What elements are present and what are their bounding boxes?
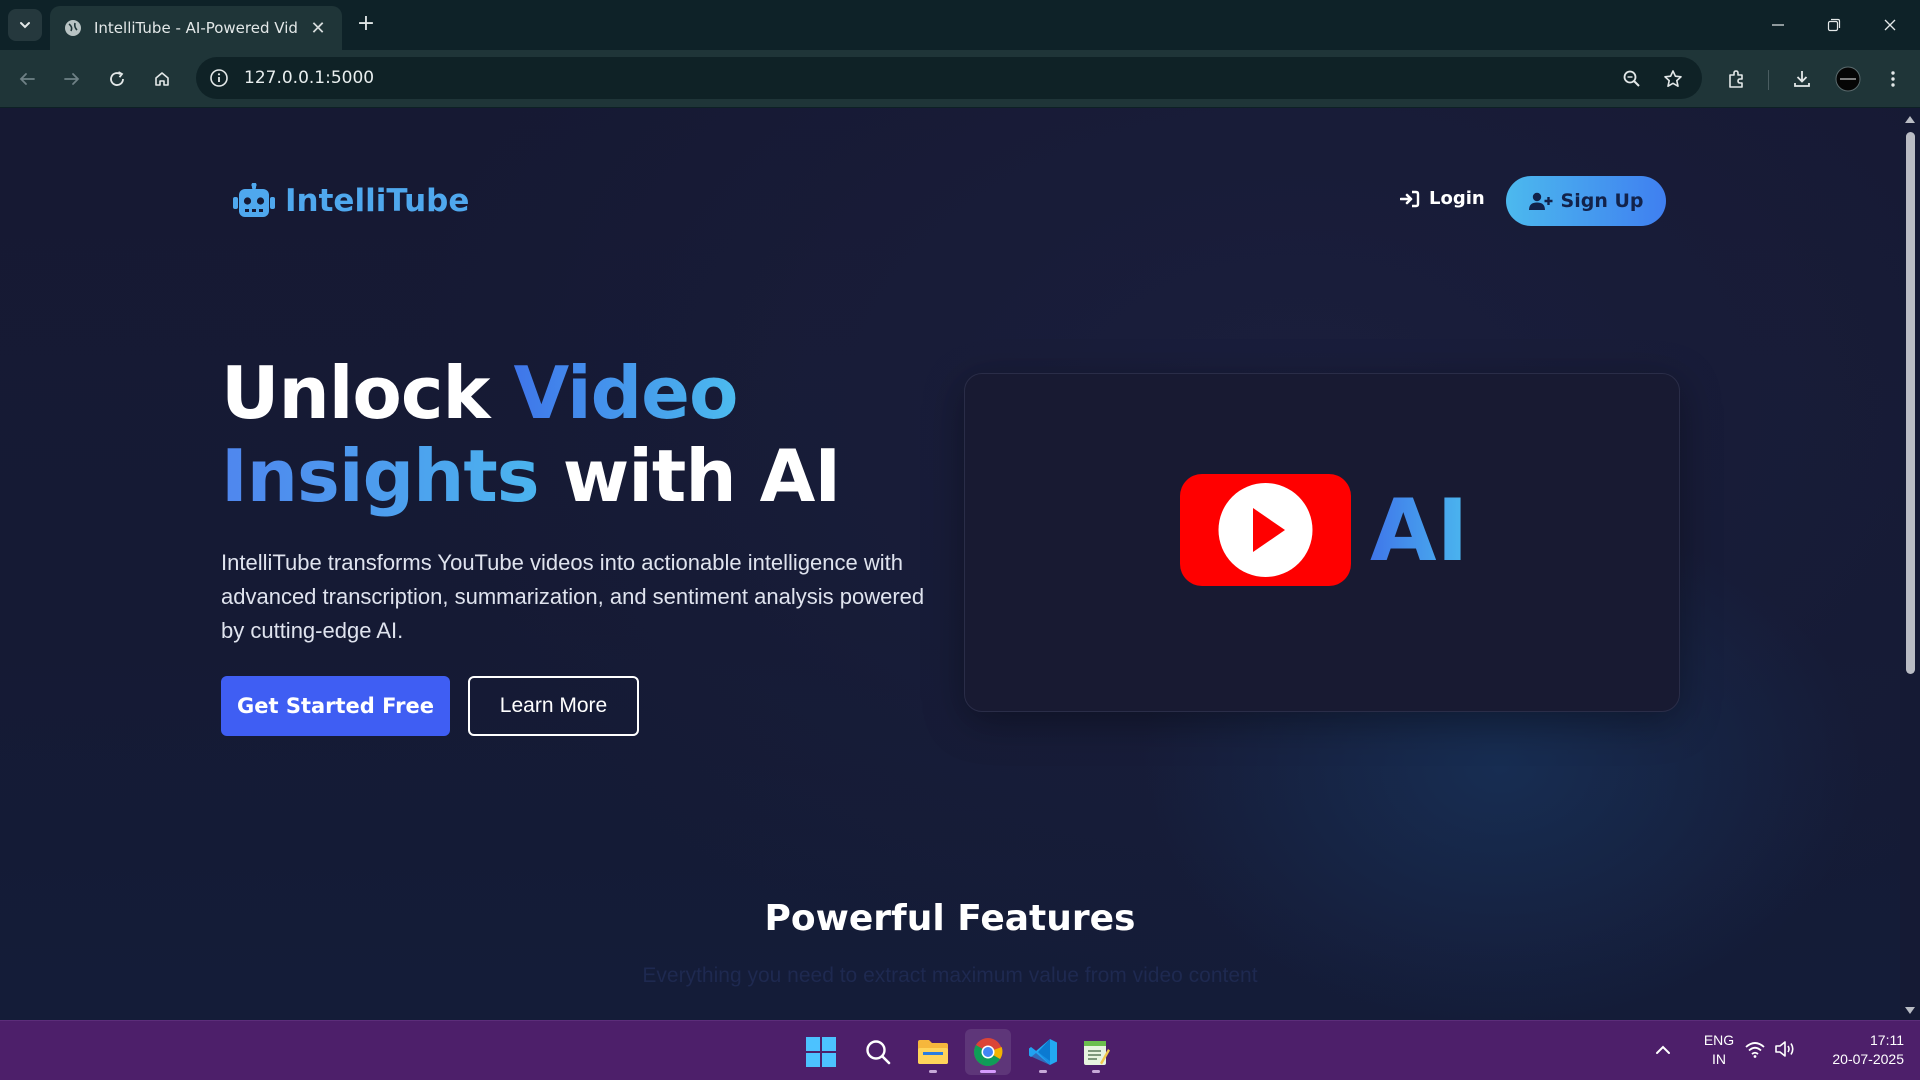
profile-avatar: [1835, 66, 1861, 92]
browser-toolbar: 127.0.0.1:5000: [0, 50, 1920, 108]
hero-title-word-insights: Insights: [221, 434, 540, 518]
scrollbar-thumb[interactable]: [1906, 132, 1915, 674]
brand-name: IntelliTube: [285, 183, 470, 219]
close-icon: [1884, 19, 1896, 31]
windows-start-icon: [806, 1037, 836, 1067]
tab-close-button[interactable]: ✕: [308, 18, 328, 39]
home-icon: [155, 72, 169, 86]
browser-tab-bar: IntelliTube - AI-Powered Video ✕ +: [0, 0, 1920, 50]
features-title: Powerful Features: [764, 898, 1136, 939]
url-text: 127.0.0.1:5000: [244, 68, 375, 88]
search-icon: [866, 1040, 891, 1065]
browser-menu-button[interactable]: [1878, 64, 1908, 94]
login-label: Login: [1429, 188, 1485, 209]
tab-list-icon: [20, 22, 30, 29]
reload-button[interactable]: [102, 64, 132, 94]
restore-button[interactable]: [1814, 10, 1854, 40]
toolbar-divider: [1768, 70, 1769, 90]
bookmark-star-icon: [1664, 70, 1682, 87]
scroll-up-arrow-icon[interactable]: [1904, 114, 1916, 124]
minimize-icon: [1772, 24, 1784, 26]
back-button[interactable]: [12, 64, 42, 94]
taskbar-file-explorer[interactable]: [910, 1029, 956, 1075]
chrome-icon: [974, 1038, 1003, 1066]
taskbar-notepad[interactable]: [1073, 1029, 1119, 1075]
region-code: IN: [1712, 1051, 1726, 1067]
running-indicator: [929, 1070, 937, 1073]
taskbar-search-button[interactable]: [855, 1029, 901, 1075]
site-info-icon: [210, 69, 228, 87]
forward-icon: [64, 73, 80, 85]
extensions-button[interactable]: [1721, 64, 1751, 94]
minimize-button[interactable]: [1758, 10, 1798, 40]
taskbar-chrome[interactable]: [965, 1029, 1011, 1075]
tab-title: IntelliTube - AI-Powered Video: [94, 19, 298, 37]
vscode-icon: [1029, 1039, 1057, 1065]
user-plus-icon: [1528, 192, 1553, 210]
volume-icon[interactable]: [1774, 1039, 1796, 1059]
download-icon: [1794, 71, 1810, 87]
browser-tab-active[interactable]: IntelliTube - AI-Powered Video ✕: [50, 6, 342, 50]
home-button[interactable]: [147, 64, 177, 94]
hero-illustration-card: AI: [964, 373, 1680, 712]
back-icon: [19, 73, 35, 85]
tab-list-button[interactable]: [8, 9, 42, 41]
ai-text: AI: [1370, 481, 1469, 581]
robot-icon: [233, 183, 275, 217]
site-info-button[interactable]: [204, 63, 234, 93]
clock-time: 17:11: [1870, 1032, 1904, 1048]
globe-icon: [65, 20, 81, 36]
active-indicator: [980, 1070, 996, 1073]
notepad-icon: [1084, 1041, 1110, 1065]
learn-more-button[interactable]: Learn More: [468, 676, 639, 736]
signup-button[interactable]: Sign Up: [1506, 176, 1666, 226]
hero-title-word-unlock: Unlock: [221, 351, 514, 435]
zoom-icon: [1623, 70, 1640, 87]
hero-title-word-video: Video: [513, 351, 739, 435]
zoom-button[interactable]: [1617, 64, 1647, 94]
system-clock[interactable]: 17:11 20-07-2025: [1808, 1031, 1904, 1069]
login-link[interactable]: Login: [1400, 188, 1485, 209]
running-indicator: [1039, 1070, 1047, 1073]
running-indicator: [1092, 1070, 1100, 1073]
language-indicator[interactable]: ENG IN: [1696, 1031, 1742, 1069]
tray-chevron-icon[interactable]: [1652, 1039, 1674, 1061]
youtube-play-icon: [1180, 474, 1351, 586]
download-button[interactable]: [1787, 64, 1817, 94]
close-window-button[interactable]: [1870, 10, 1910, 40]
hero-title: Unlock Video Insights with AI: [221, 352, 961, 518]
extensions-icon: [1729, 70, 1743, 88]
wifi-icon[interactable]: [1744, 1039, 1766, 1059]
reload-icon: [110, 71, 124, 86]
scroll-down-arrow-icon[interactable]: [1904, 1006, 1916, 1016]
site-logo[interactable]: IntelliTube: [233, 183, 469, 219]
get-started-button[interactable]: Get Started Free: [221, 676, 450, 736]
login-icon: [1400, 190, 1420, 207]
new-tab-button[interactable]: +: [354, 12, 378, 36]
start-button[interactable]: [798, 1029, 844, 1075]
page-viewport: IntelliTube Login Sign Up Unlock Video In…: [0, 108, 1900, 1020]
page-scrollbar[interactable]: [1900, 108, 1920, 1020]
taskbar-vscode[interactable]: [1020, 1029, 1066, 1075]
restore-icon: [1827, 18, 1841, 32]
hero-title-word-with-ai: with AI: [538, 434, 841, 518]
hero-description: IntelliTube transforms YouTube videos in…: [221, 550, 925, 643]
language-code: ENG: [1703, 1032, 1735, 1048]
windows-taskbar: ENG IN 17:11 20-07-2025: [0, 1020, 1920, 1080]
signup-label: Sign Up: [1560, 190, 1644, 212]
forward-button[interactable]: [57, 64, 87, 94]
menu-icon: [1891, 71, 1895, 87]
address-bar[interactable]: 127.0.0.1:5000: [196, 57, 1702, 99]
profile-button[interactable]: [1833, 64, 1863, 94]
bookmark-button[interactable]: [1658, 64, 1688, 94]
file-explorer-icon: [918, 1040, 948, 1064]
features-subtitle: Everything you need to extract maximum v…: [642, 964, 1258, 987]
clock-date: 20-07-2025: [1832, 1051, 1904, 1067]
